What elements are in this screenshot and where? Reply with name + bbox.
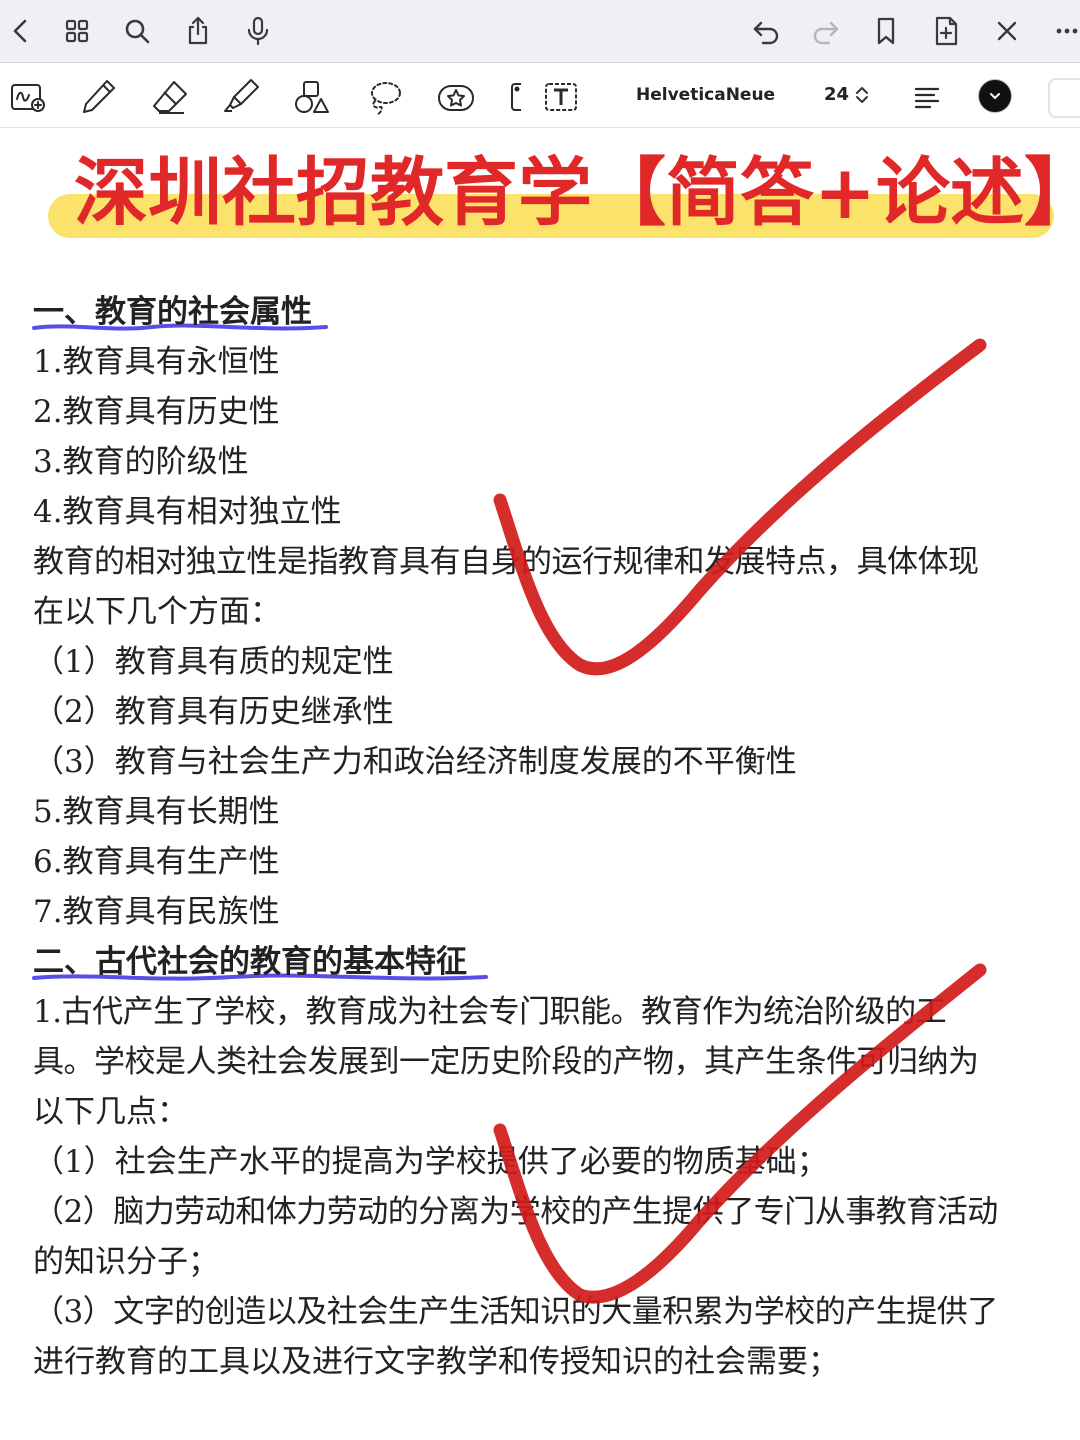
image-icon[interactable]	[495, 75, 539, 119]
back-chevron-icon[interactable]	[0, 10, 42, 52]
text-line: （2）脑力劳动和体力劳动的分离为学校的产生提供了专门从事教育活动	[33, 1194, 998, 1230]
text-line: 5.教育具有长期性	[33, 794, 280, 830]
text-line: 6.教育具有生产性	[33, 844, 280, 880]
top-navigation-bar	[0, 0, 1080, 63]
text-line: 在以下几个方面：	[33, 594, 281, 630]
add-page-icon[interactable]	[925, 10, 967, 52]
font-size-selector[interactable]: 24	[824, 84, 869, 105]
annotation-toolbar: HelveticaNeue 24	[0, 63, 1080, 128]
checkmark-1	[493, 338, 987, 676]
text-line: （3）文字的创造以及社会生产生活知识的大量积累为学校的产生提供了	[33, 1294, 998, 1330]
text-line: 7.教育具有民族性	[33, 894, 280, 930]
more-icon[interactable]	[1046, 10, 1080, 52]
text-align-icon[interactable]	[910, 81, 944, 115]
text-line: 的知识分子；	[33, 1244, 219, 1280]
color-picker-swatch[interactable]	[978, 79, 1012, 113]
text-line: （2）教育具有历史继承性	[33, 694, 394, 730]
eraser-icon[interactable]	[148, 75, 192, 119]
section-heading-1: 一、教育的社会属性	[33, 294, 312, 330]
text-line: （1）社会生产水平的提高为学校提供了必要的物质基础；	[33, 1144, 828, 1180]
bookmark-icon[interactable]	[865, 10, 907, 52]
undo-icon[interactable]	[745, 10, 787, 52]
text-line: 1.教育具有永恒性	[33, 344, 280, 380]
sticker-icon[interactable]	[434, 75, 478, 119]
handwriting-convert-icon[interactable]	[6, 75, 50, 119]
text-line: 3.教育的阶级性	[33, 444, 249, 480]
text-line: 具。学校是人类社会发展到一定历史阶段的产物，其产生条件可归纳为	[33, 1044, 979, 1080]
shapes-icon[interactable]	[290, 75, 334, 119]
text-line: 进行教育的工具以及进行文字教学和传授知识的社会需要；	[33, 1344, 839, 1380]
text-line: （3）教育与社会生产力和政治经济制度发展的不平衡性	[33, 744, 797, 780]
text-line: （1）教育具有质的规定性	[33, 644, 394, 680]
toolbar-overflow-button[interactable]	[1048, 78, 1080, 118]
text-tool-icon[interactable]	[539, 75, 583, 119]
grid-icon[interactable]	[56, 10, 98, 52]
text-line: 4.教育具有相对独立性	[33, 494, 342, 530]
font-name-selector[interactable]: HelveticaNeue	[636, 85, 775, 105]
chevron-down-icon	[990, 93, 1000, 100]
chevron-up-down-icon	[856, 86, 869, 103]
close-icon[interactable]	[986, 10, 1028, 52]
text-line: 教育的相对独立性是指教育具有自身的运行规律和发展特点，具体体现	[33, 544, 979, 580]
text-line: 2.教育具有历史性	[33, 394, 280, 430]
search-icon[interactable]	[116, 10, 158, 52]
pen-icon[interactable]	[77, 75, 121, 119]
share-icon[interactable]	[177, 10, 219, 52]
microphone-icon[interactable]	[237, 10, 279, 52]
section-heading-2: 二、古代社会的教育的基本特征	[33, 944, 467, 980]
redo-icon[interactable]	[805, 10, 847, 52]
font-size-value: 24	[824, 84, 850, 105]
lasso-icon[interactable]	[363, 75, 407, 119]
highlighter-icon[interactable]	[219, 75, 263, 119]
text-line: 以下几点：	[33, 1094, 188, 1130]
document-title: 深圳社招教育学【简答+论述】	[74, 150, 1080, 236]
text-line: 1.古代产生了学校，教育成为社会专门职能。教育作为统治阶级的工	[33, 994, 947, 1030]
